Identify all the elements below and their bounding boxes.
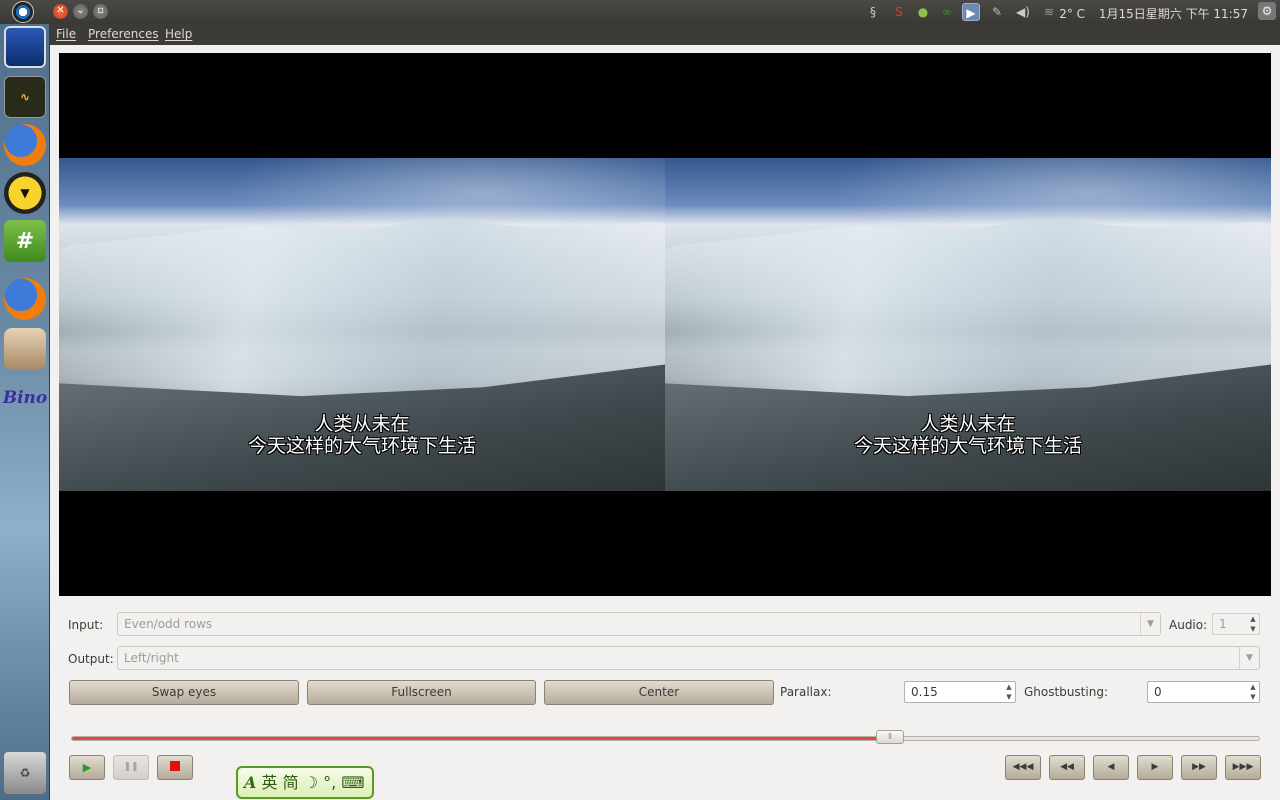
parallax-spinner[interactable]: 0.15 ▲ ▼ bbox=[904, 681, 1016, 703]
swap-eyes-button[interactable]: Swap eyes bbox=[69, 680, 299, 705]
video-frame-left: 人类从未在 今天这样的大气环境下生活 bbox=[59, 158, 665, 491]
player-icon[interactable]: ▶ bbox=[962, 3, 980, 21]
spin-arrows-icon[interactable]: ▲ ▼ bbox=[1247, 682, 1259, 702]
spin-arrows-icon[interactable]: ▲ ▼ bbox=[1247, 614, 1259, 634]
chevron-down-icon: ▼ bbox=[1239, 647, 1259, 669]
video-frame-right: 人类从未在 今天这样的大气环境下生活 bbox=[665, 158, 1271, 491]
video-area[interactable]: 人类从未在 今天这样的大气环境下生活 人类从未在 今天这样的大气环境下生活 bbox=[59, 53, 1271, 596]
pause-button[interactable]: ❚❚ bbox=[113, 755, 149, 780]
keyboard-icon[interactable]: ⌨ bbox=[341, 773, 364, 792]
subtitle-line-2: 今天这样的大气环境下生活 bbox=[853, 435, 1082, 457]
seek-forward-10min-button[interactable]: ▶▶▶ bbox=[1225, 755, 1261, 780]
tools-icon[interactable]: ✎ bbox=[988, 3, 1006, 21]
pause-icon: ❚❚ bbox=[123, 762, 139, 772]
audio-value: 1 bbox=[1219, 617, 1227, 631]
seek-back-10sec-button[interactable]: ◀ bbox=[1093, 755, 1129, 780]
subtitle-line-2: 今天这样的大气环境下生活 bbox=[247, 435, 476, 457]
step-forward-icon: ▶ bbox=[1151, 762, 1159, 772]
chevron-down-icon: ▼ bbox=[1140, 613, 1160, 635]
seek-progress bbox=[72, 737, 892, 740]
main-content: 人类从未在 今天这样的大气环境下生活 人类从未在 今天这样的大气环境下生活 In… bbox=[50, 46, 1280, 800]
ime-toolbar[interactable]: A 英 简 ☽ °, ⌨ bbox=[236, 766, 374, 799]
trash-icon[interactable]: ♻ bbox=[4, 752, 46, 794]
firefox-icon[interactable] bbox=[4, 124, 46, 166]
menu-bar: File Preferences Help bbox=[50, 24, 1280, 46]
minimize-window-button[interactable]: ⌄ bbox=[73, 4, 88, 19]
menu-preferences[interactable]: Preferences bbox=[88, 27, 159, 41]
top-panel: ✕ ⌄ ▫ § S ● ∞ ▶ ✎ ◀) ≋ 2° C 1月15日星期六 下午 … bbox=[0, 0, 1280, 24]
step-back-icon: ◀ bbox=[1107, 762, 1115, 772]
ime-language[interactable]: 英 bbox=[262, 773, 278, 792]
input-label: Input: bbox=[68, 618, 104, 632]
ghostbusting-spinner[interactable]: 0 ▲ ▼ bbox=[1147, 681, 1260, 703]
play-icon: ▶ bbox=[82, 761, 92, 774]
batman-icon[interactable]: ▼ bbox=[4, 172, 46, 214]
stop-button[interactable] bbox=[157, 755, 193, 780]
clock[interactable]: 1月15日星期六 下午 11:57 bbox=[1099, 7, 1248, 21]
seek-back-10min-button[interactable]: ◀◀◀ bbox=[1005, 755, 1041, 780]
seek-handle[interactable]: ⦀ bbox=[876, 730, 905, 744]
audio-label: Audio: bbox=[1169, 618, 1208, 632]
ghostbusting-label: Ghostbusting: bbox=[1024, 685, 1108, 699]
center-button[interactable]: Center bbox=[544, 680, 774, 705]
seek-forward-10sec-button[interactable]: ▶ bbox=[1137, 755, 1173, 780]
spin-arrows-icon[interactable]: ▲ ▼ bbox=[1003, 682, 1015, 702]
input-select[interactable]: Even/odd rows ▼ bbox=[117, 612, 1161, 636]
ime-charset[interactable]: 简 bbox=[283, 773, 299, 792]
menu-file[interactable]: File bbox=[56, 27, 76, 41]
audio-spinner[interactable]: 1 ▲ ▼ bbox=[1212, 613, 1260, 635]
ime-mode-icon[interactable]: A bbox=[244, 773, 256, 792]
bino-icon[interactable]: Bino bbox=[3, 380, 48, 416]
output-select[interactable]: Left/right ▼ bbox=[117, 646, 1260, 670]
launcher: ∿ ▼ # Bino ♻ bbox=[0, 24, 50, 800]
shell-icon[interactable] bbox=[4, 328, 46, 370]
rewind-icon: ◀◀ bbox=[1060, 762, 1074, 772]
parallax-value: 0.15 bbox=[911, 685, 938, 699]
forward-icon: ▶▶ bbox=[1192, 762, 1206, 772]
system-monitor-icon[interactable]: ∿ bbox=[4, 76, 46, 118]
play-button[interactable]: ▶ bbox=[69, 755, 105, 780]
swirl-icon[interactable]: § bbox=[864, 3, 882, 21]
close-window-button[interactable]: ✕ bbox=[53, 4, 68, 19]
fullscreen-button[interactable]: Fullscreen bbox=[307, 680, 536, 705]
forward-fast-icon: ▶▶▶ bbox=[1232, 762, 1254, 772]
session-icon[interactable]: ⚙ bbox=[1258, 2, 1276, 20]
seek-forward-1min-button[interactable]: ▶▶ bbox=[1181, 755, 1217, 780]
ubuntu-logo-icon[interactable] bbox=[12, 1, 34, 23]
chat-icon[interactable]: # bbox=[4, 220, 46, 262]
punctuation-icon[interactable]: °, bbox=[323, 773, 336, 792]
seek-back-1min-button[interactable]: ◀◀ bbox=[1049, 755, 1085, 780]
input-select-value: Even/odd rows bbox=[124, 617, 213, 631]
subtitle-line-1: 人类从未在 bbox=[314, 413, 410, 435]
parallax-label: Parallax: bbox=[780, 685, 832, 699]
network-icon[interactable]: ∞ bbox=[938, 3, 956, 21]
menu-help[interactable]: Help bbox=[165, 27, 192, 41]
firefox-icon[interactable] bbox=[4, 278, 46, 320]
stop-icon bbox=[170, 760, 180, 771]
display-icon[interactable] bbox=[4, 26, 46, 68]
s-app-icon[interactable]: S bbox=[890, 3, 908, 21]
weather-temperature[interactable]: 2° C bbox=[1059, 7, 1085, 21]
volume-icon[interactable]: ◀) bbox=[1014, 3, 1032, 21]
maximize-window-button[interactable]: ▫ bbox=[93, 4, 108, 19]
tray-text: 2° C 1月15日星期六 下午 11:57 bbox=[1049, 5, 1272, 22]
rewind-fast-icon: ◀◀◀ bbox=[1012, 762, 1034, 772]
ghostbusting-value: 0 bbox=[1154, 685, 1162, 699]
moon-icon[interactable]: ☽ bbox=[304, 773, 318, 792]
output-label: Output: bbox=[68, 652, 114, 666]
subtitle-line-1: 人类从未在 bbox=[920, 413, 1016, 435]
output-select-value: Left/right bbox=[124, 651, 179, 665]
seek-slider[interactable] bbox=[71, 736, 1260, 741]
apple-icon[interactable]: ● bbox=[914, 3, 932, 21]
